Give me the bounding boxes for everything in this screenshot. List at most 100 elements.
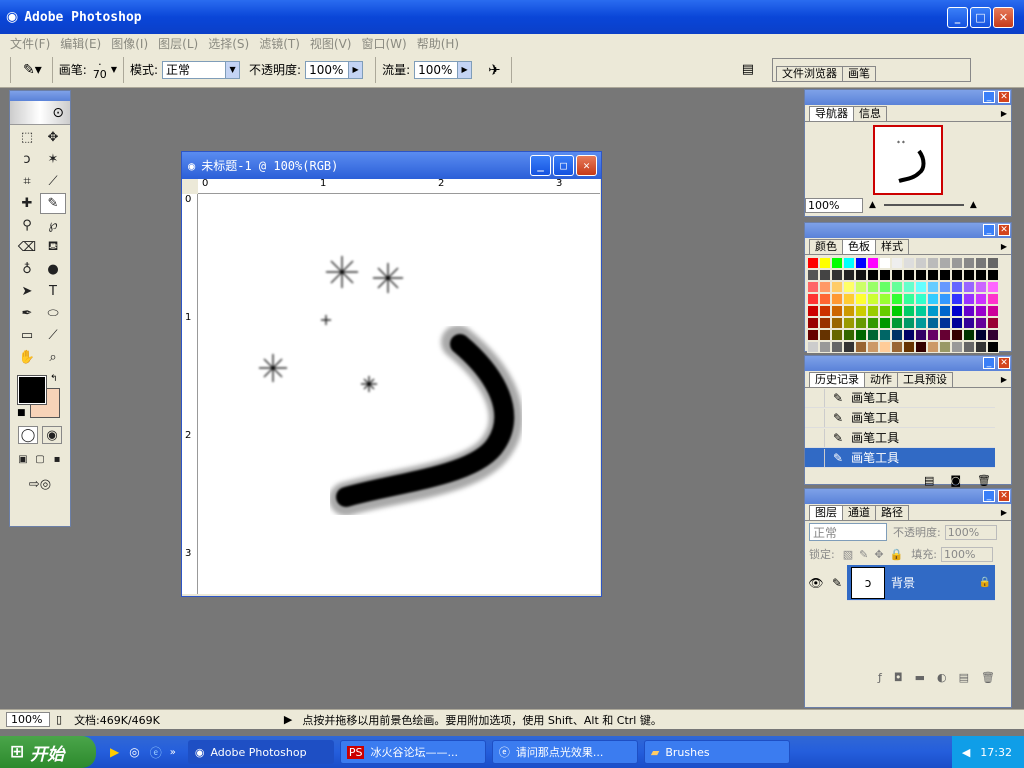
color-swatch[interactable] — [807, 341, 819, 353]
color-swatch[interactable] — [987, 293, 999, 305]
color-swatch[interactable] — [915, 305, 927, 317]
panel-close-button[interactable]: ✕ — [998, 490, 1010, 502]
menu-edit[interactable]: 编辑(E) — [60, 35, 101, 52]
color-swatch[interactable] — [987, 305, 999, 317]
jump-to-imageready-icon[interactable]: ⇨◎ — [18, 474, 62, 494]
blend-mode-select[interactable]: 正常 — [809, 523, 887, 541]
menu-view[interactable]: 视图(V) — [310, 35, 352, 52]
tab-channels[interactable]: 通道 — [842, 505, 876, 520]
maximize-button[interactable]: □ — [970, 7, 991, 28]
color-swatch[interactable] — [807, 293, 819, 305]
color-swatch[interactable] — [915, 293, 927, 305]
image-canvas[interactable] — [198, 194, 600, 594]
layer-opacity-field[interactable]: 100% — [944, 524, 997, 540]
eyedropper-icon[interactable]: ⟋ — [40, 325, 66, 346]
adjustment-layer-icon[interactable]: ◐ — [937, 671, 947, 684]
color-swatch[interactable] — [855, 305, 867, 317]
color-swatch[interactable] — [915, 269, 927, 281]
color-swatch[interactable] — [903, 281, 915, 293]
taskbar-item-question[interactable]: ⓔ 请问那点光效果... — [491, 740, 638, 764]
panel-close-button[interactable]: ✕ — [998, 224, 1010, 236]
color-swatch[interactable] — [891, 257, 903, 269]
color-swatch[interactable] — [891, 281, 903, 293]
new-document-from-state-icon[interactable]: ▤ — [924, 474, 934, 487]
color-swatch[interactable] — [843, 293, 855, 305]
color-swatch[interactable] — [963, 269, 975, 281]
panel-menu-icon[interactable]: ▶ — [1001, 109, 1007, 118]
color-swatch[interactable] — [927, 257, 939, 269]
paint-bucket-icon[interactable]: ⛾ — [40, 237, 66, 258]
navigator-zoom-field[interactable]: 100% — [805, 197, 863, 213]
panel-menu-icon[interactable]: ▶ — [1001, 375, 1007, 384]
color-swatch[interactable] — [915, 281, 927, 293]
color-swatch[interactable] — [975, 317, 987, 329]
color-swatch[interactable] — [987, 329, 999, 341]
menu-window[interactable]: 窗口(W) — [361, 35, 406, 52]
new-layer-icon[interactable]: ▤ — [959, 671, 969, 684]
color-swatch[interactable] — [975, 329, 987, 341]
color-swatch[interactable] — [939, 317, 951, 329]
brush-tool-icon[interactable]: ✎▾ — [23, 62, 42, 78]
color-swatch[interactable] — [939, 281, 951, 293]
tab-history[interactable]: 历史记录 — [809, 372, 865, 387]
eye-icon[interactable]: 👁 — [805, 564, 827, 601]
tray-arrow-icon[interactable]: ◀ — [962, 746, 970, 759]
hand-tool-icon[interactable]: ✋ — [14, 347, 40, 368]
color-swatch[interactable] — [951, 281, 963, 293]
color-swatch[interactable] — [951, 341, 963, 353]
color-swatch[interactable] — [879, 257, 891, 269]
toolbox-header[interactable] — [10, 91, 70, 101]
color-swatch[interactable] — [963, 281, 975, 293]
color-swatch[interactable] — [963, 329, 975, 341]
color-swatch[interactable] — [927, 269, 939, 281]
type-tool-icon[interactable]: T — [40, 281, 66, 302]
airbrush-icon[interactable]: ✈ — [488, 61, 501, 79]
color-swatch[interactable] — [951, 269, 963, 281]
dodge-tool-icon[interactable]: ● — [40, 259, 66, 280]
color-swatch[interactable] — [819, 341, 831, 353]
zoom-slider[interactable] — [883, 204, 964, 206]
color-swatch[interactable] — [879, 281, 891, 293]
palette-well-icon[interactable]: ▤ — [742, 62, 754, 77]
tab-brushes[interactable]: 画笔 — [841, 65, 876, 81]
color-swatch[interactable] — [987, 317, 999, 329]
color-swatch[interactable] — [963, 341, 975, 353]
navigator-thumbnail[interactable]: * * — [873, 125, 943, 195]
history-brush-icon[interactable]: ℘ — [40, 215, 66, 236]
zoom-tool-icon[interactable]: ⌕ — [40, 347, 66, 368]
move-tool-icon[interactable]: ✥ — [40, 127, 66, 148]
tab-paths[interactable]: 路径 — [875, 505, 909, 520]
color-swatch[interactable] — [903, 293, 915, 305]
panel-minimize-button[interactable]: _ — [983, 490, 995, 502]
history-item[interactable]: ✎ 画笔工具 — [805, 428, 995, 448]
color-swatch[interactable] — [879, 329, 891, 341]
layer-row[interactable]: 👁 ✎ ↄ 背景 🔒 — [805, 564, 995, 601]
color-swatch[interactable] — [975, 257, 987, 269]
new-group-icon[interactable]: ▬ — [915, 671, 925, 684]
panel-close-button[interactable]: ✕ — [998, 357, 1010, 369]
close-button[interactable]: ✕ — [993, 7, 1014, 28]
color-swatch[interactable] — [843, 269, 855, 281]
ellipse-tool-icon[interactable]: ⬭ — [40, 303, 66, 324]
taskbar-item-brushes[interactable]: ▰ Brushes — [643, 740, 790, 764]
minimize-button[interactable]: _ — [947, 7, 968, 28]
document-title-bar[interactable]: ◉ 未标题-1 @ 100%(RGB) _ □ ✕ — [182, 152, 601, 179]
color-swatch[interactable] — [879, 341, 891, 353]
color-swatch[interactable] — [987, 269, 999, 281]
color-swatch[interactable] — [975, 305, 987, 317]
color-swatch[interactable] — [867, 281, 879, 293]
screen-mode-full-menu-icon[interactable]: ▢ — [33, 452, 47, 466]
color-swatch[interactable] — [987, 341, 999, 353]
color-swatch[interactable] — [831, 305, 843, 317]
lock-all-icon[interactable]: 🔒 — [890, 548, 904, 561]
color-swatch[interactable] — [963, 257, 975, 269]
panel-minimize-button[interactable]: _ — [983, 224, 995, 236]
color-swatch[interactable] — [867, 329, 879, 341]
color-swatch[interactable] — [867, 293, 879, 305]
tab-file-browser[interactable]: 文件浏览器 — [775, 65, 843, 81]
ie-icon[interactable]: ⓔ — [150, 744, 162, 761]
lock-image-icon[interactable]: ✎ — [859, 548, 868, 561]
panel-close-button[interactable]: ✕ — [998, 91, 1010, 103]
menu-filter[interactable]: 滤镜(T) — [259, 35, 300, 52]
doc-maximize-button[interactable]: □ — [553, 155, 574, 176]
